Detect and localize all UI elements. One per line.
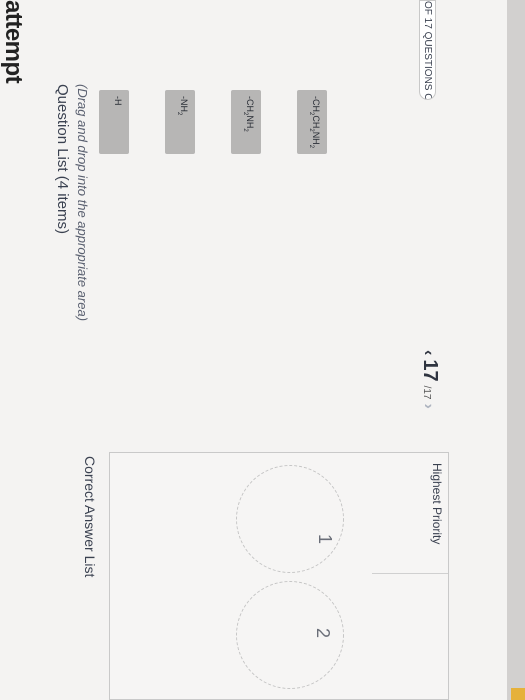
subscript: 2	[242, 128, 249, 132]
drag-item-label: NH	[245, 115, 255, 129]
slot-number: 2	[313, 628, 333, 639]
drag-item-label: -CH	[245, 96, 255, 112]
chevron-left-icon[interactable]: ‹	[419, 350, 437, 355]
drag-item-ch2ch2nh2[interactable]: -CH2CH2NH2	[297, 90, 327, 154]
drop-slot-1[interactable]: 1	[236, 465, 344, 573]
screen: attempt Question List (4 items) (Drag an…	[0, 0, 525, 700]
page-total: /17	[421, 385, 432, 400]
drag-item-label: NH	[311, 131, 321, 145]
panel-divider	[372, 573, 448, 574]
subscript: 2	[176, 112, 183, 116]
highest-priority-label: Highest Priority	[430, 463, 444, 545]
corner-badge	[511, 688, 525, 700]
chevron-right-icon[interactable]: ›	[419, 403, 437, 408]
slot-number: 1	[315, 534, 335, 545]
drag-item-label: -CH	[311, 96, 321, 112]
page-current: 17	[419, 359, 441, 382]
drop-slot-2[interactable]: 2	[236, 581, 344, 689]
drag-item-ch2nh2[interactable]: -CH2NH2	[231, 90, 261, 154]
pagination: ‹ 17 /17 ›	[419, 350, 441, 409]
correct-answer-list-title: Correct Answer List	[82, 456, 98, 578]
drag-item-label: -H	[113, 96, 123, 106]
drag-item-h[interactable]: -H	[99, 90, 129, 154]
question-list-title: Question List (4 items)	[54, 84, 71, 235]
answer-drop-panel[interactable]: Highest Priority 1 2	[109, 452, 449, 700]
question-list-instructions: (Drag and drop into the appropriate area…	[75, 84, 90, 322]
drag-item-nh2[interactable]: -NH2	[165, 90, 195, 154]
progress-label: OF 17 QUESTIONS COMPLETED	[419, 0, 436, 100]
drag-item-label: -NH	[179, 96, 189, 112]
drag-item-label: CH	[311, 115, 321, 129]
attempt-heading: attempt	[0, 0, 27, 84]
bottom-gutter	[507, 0, 525, 700]
subscript: 2	[308, 144, 315, 149]
